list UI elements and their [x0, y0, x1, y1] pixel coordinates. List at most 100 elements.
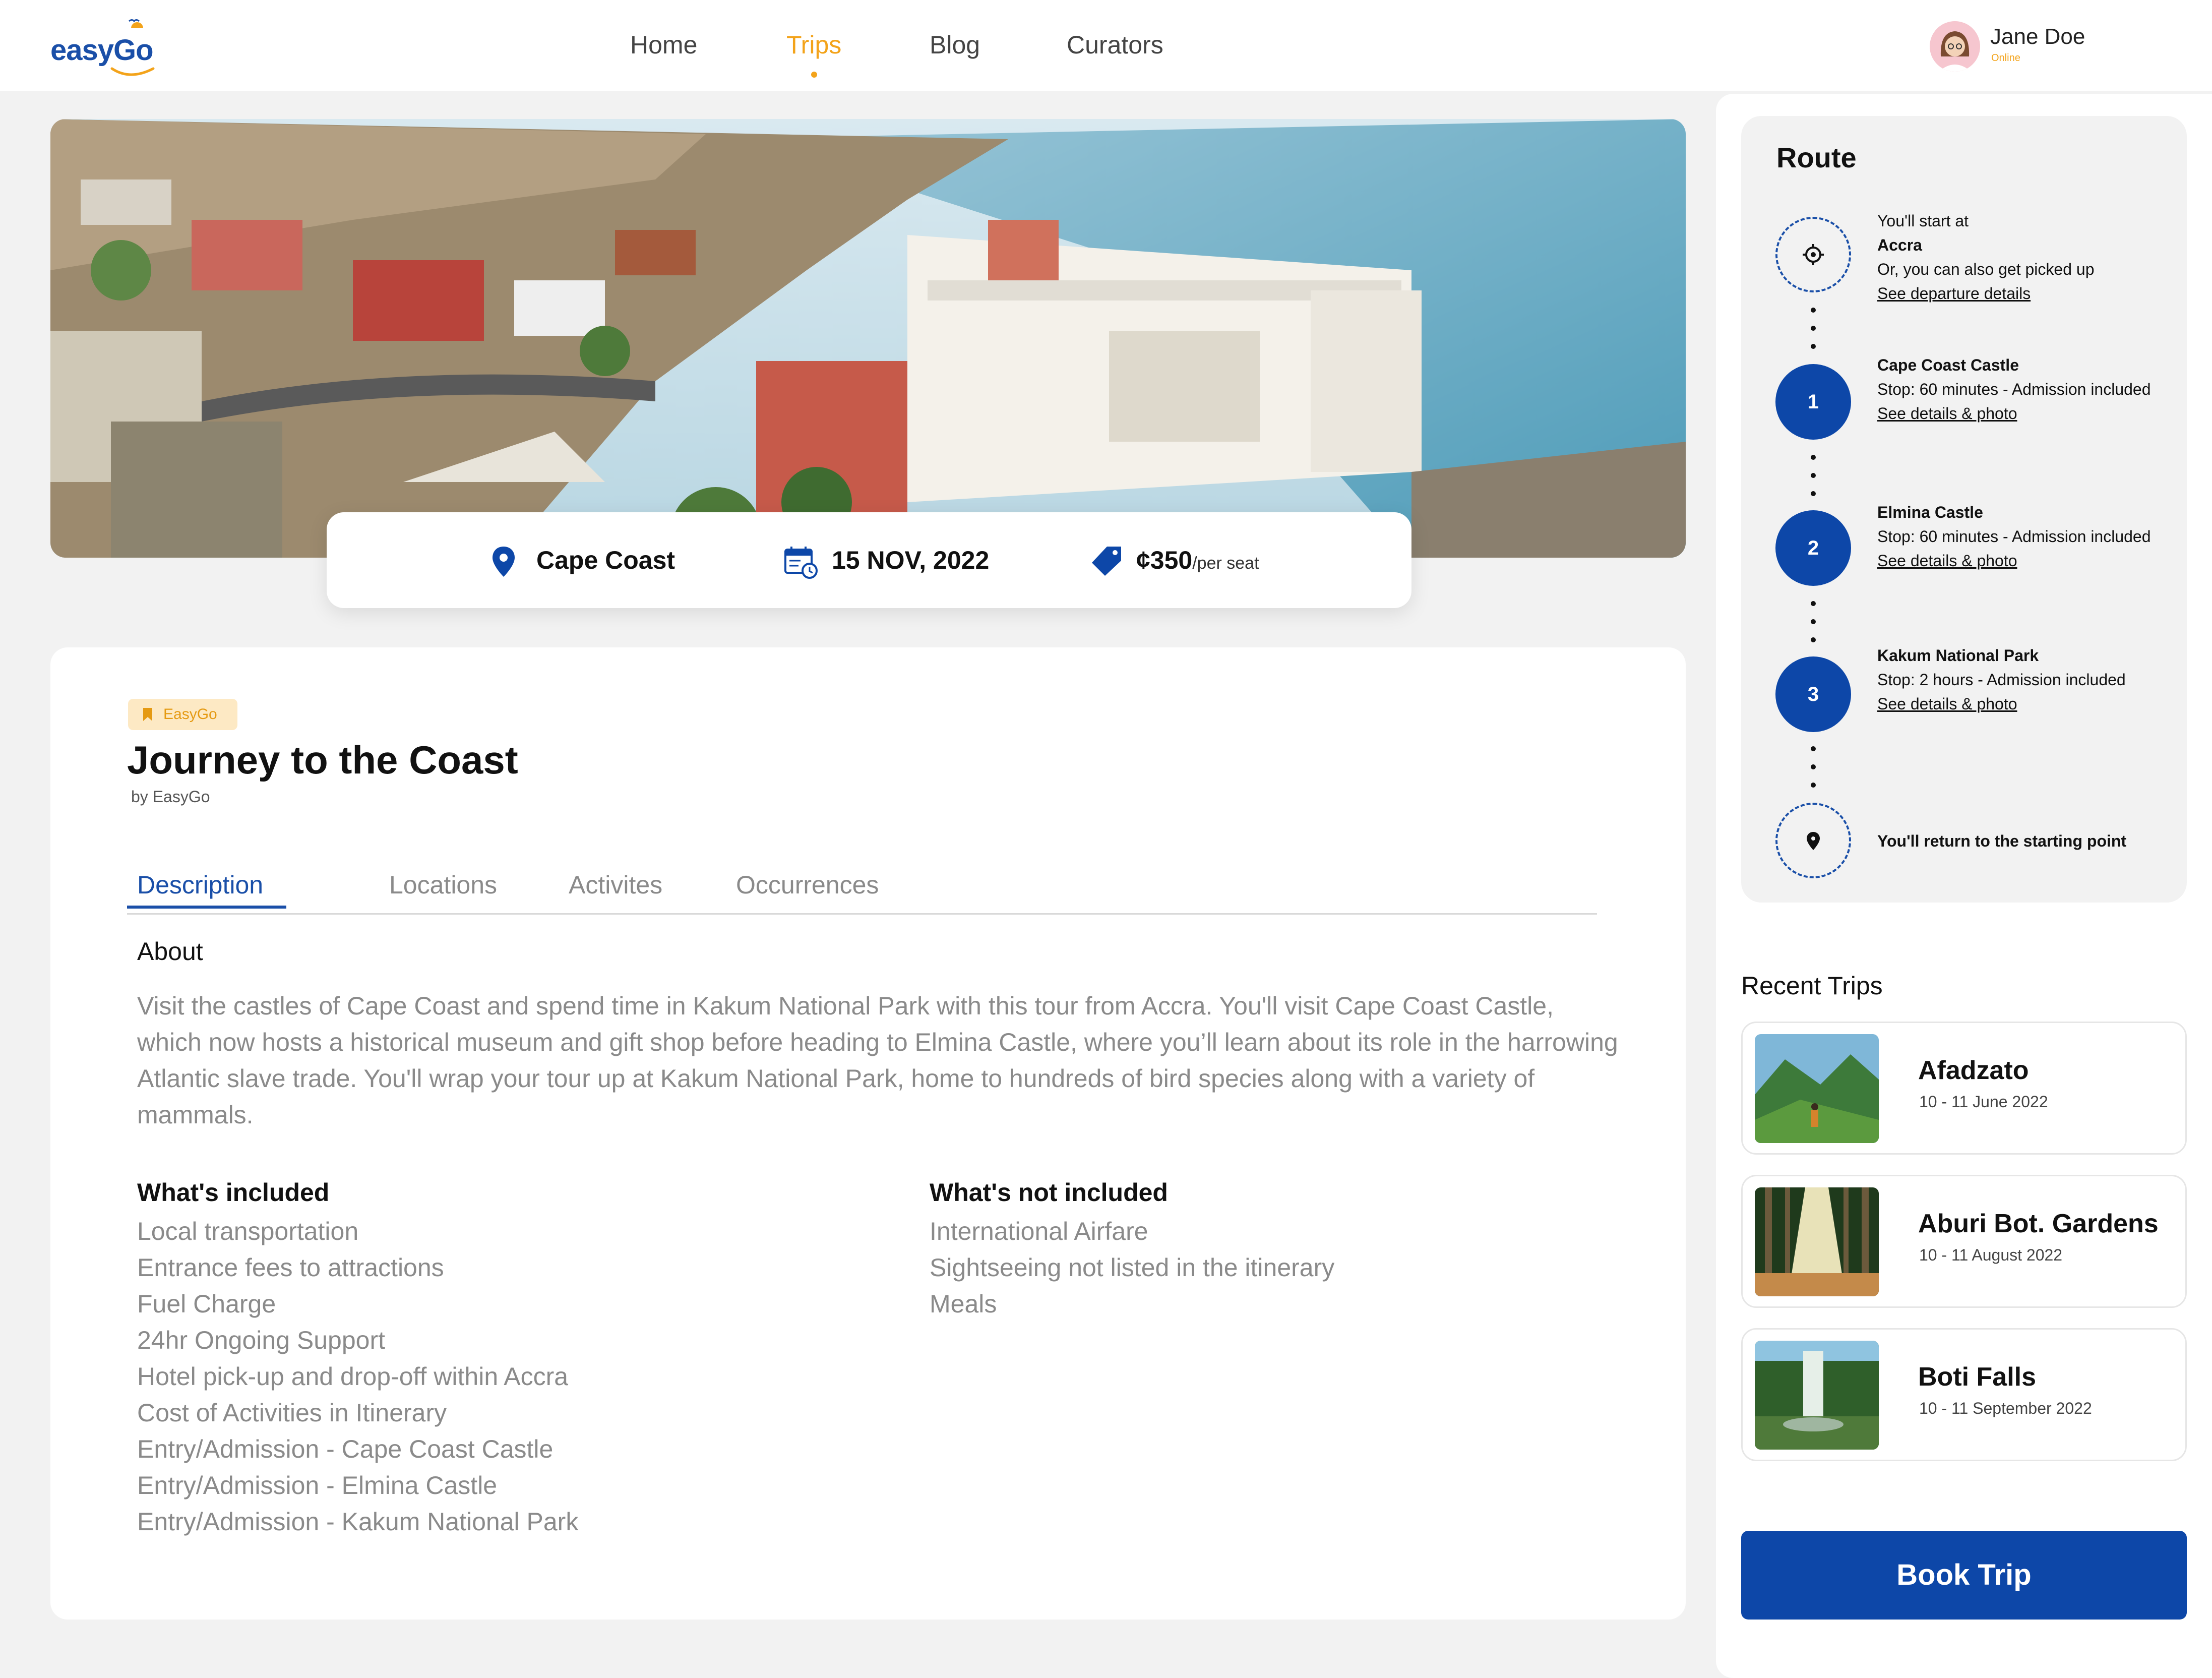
not-included-list: International Airfare Sightseeing not li…	[930, 1213, 1334, 1322]
bookmark-icon	[143, 708, 152, 721]
trip-details-card: EasyGo Journey to the Coast by EasyGo De…	[50, 647, 1686, 1620]
trip-title: Journey to the Coast	[127, 738, 518, 782]
recent-trip-dates: 10 - 11 June 2022	[1919, 1093, 2048, 1111]
route-end-text: You'll return to the starting point	[1877, 832, 2127, 850]
route-connector-dot	[1811, 344, 1816, 349]
right-sidebar: Route You'll start at Accra Or, you can …	[1716, 94, 2212, 1678]
list-item: International Airfare	[930, 1217, 1148, 1245]
start-line1: You'll start at	[1877, 212, 1969, 230]
recent-trips-title: Recent Trips	[1741, 972, 1883, 1000]
recent-trip-card[interactable]: Boti Falls 10 - 11 September 2022	[1741, 1328, 2187, 1461]
tab-description[interactable]: Description	[137, 870, 263, 900]
route-stop-1-text: Cape Coast Castle Stop: 60 minutes - Adm…	[1877, 353, 2180, 426]
price-amount: ¢350	[1136, 546, 1193, 574]
list-item: Sightseeing not listed in the itinerary	[930, 1253, 1335, 1282]
stop-info: Stop: 2 hours - Admission included	[1877, 671, 2126, 689]
stop-details-link[interactable]: See details & photo	[1877, 692, 2180, 716]
mountain-photo-icon	[1755, 1034, 1879, 1143]
nav-curators[interactable]: Curators	[1067, 30, 1163, 59]
route-connector-dot	[1811, 308, 1816, 313]
calendar-clock-icon	[784, 547, 818, 579]
nav-trips-label: Trips	[786, 31, 842, 59]
stop-name: Elmina Castle	[1877, 503, 1983, 521]
curator-tag-label: EasyGo	[163, 706, 217, 723]
nav-home[interactable]: Home	[630, 30, 697, 59]
nav-trips[interactable]: Trips	[786, 30, 842, 78]
date-text: 15 NOV, 2022	[832, 546, 990, 574]
included-list: Local transportation Entrance fees to at…	[137, 1213, 578, 1540]
route-start-node	[1775, 217, 1851, 292]
list-item: Entry/Admission - Kakum National Park	[137, 1508, 579, 1536]
route-connector-dot	[1811, 764, 1816, 769]
active-tab-underline	[127, 906, 286, 909]
list-item: Entry/Admission - Cape Coast Castle	[137, 1435, 554, 1463]
route-stop-2-text: Elmina Castle Stop: 60 minutes - Admissi…	[1877, 500, 2180, 573]
crosshair-icon	[1803, 244, 1824, 265]
waterfall-photo-icon	[1755, 1341, 1879, 1450]
route-connector-dot	[1811, 746, 1816, 751]
price-tag-icon	[1092, 547, 1121, 576]
logo-sun-bird-icon	[129, 19, 143, 28]
recent-trip-card[interactable]: Afadzato 10 - 11 June 2022	[1741, 1022, 2187, 1155]
nav-active-indicator	[811, 72, 817, 78]
hero-illustration	[50, 119, 1686, 558]
route-stop-1-node: 1	[1775, 364, 1851, 440]
map-pin-icon	[1807, 832, 1820, 850]
stop-details-link[interactable]: See details & photo	[1877, 549, 2180, 573]
tab-activities[interactable]: Activites	[569, 870, 662, 900]
avatar-portrait-icon	[1930, 21, 1980, 72]
recent-trip-thumbnail	[1755, 1034, 1879, 1143]
list-item: Cost of Activities in Itinerary	[137, 1399, 447, 1427]
stop-info: Stop: 60 minutes - Admission included	[1877, 380, 2151, 398]
list-item: Meals	[930, 1290, 997, 1318]
easygo-logo[interactable]: easyGo	[50, 14, 155, 80]
avatar[interactable]	[1930, 21, 1980, 72]
tab-description-label: Description	[137, 871, 264, 899]
logo-swoosh-icon	[110, 67, 155, 76]
recent-trip-name: Boti Falls	[1918, 1362, 2037, 1392]
hero-image-cape-coast	[50, 119, 1686, 558]
route-panel: Route You'll start at Accra Or, you can …	[1741, 116, 2187, 903]
route-stop-2-node: 2	[1775, 510, 1851, 586]
route-stop-3-text: Kakum National Park Stop: 2 hours - Admi…	[1877, 643, 2180, 716]
book-trip-button[interactable]: Book Trip	[1741, 1531, 2187, 1620]
route-connector-dot	[1811, 783, 1816, 788]
list-item: Fuel Charge	[137, 1290, 276, 1318]
trip-tabs: Description Locations Activites Occurren…	[127, 864, 1597, 915]
tab-occurrences[interactable]: Occurrences	[736, 870, 879, 900]
list-item: Hotel pick-up and drop-off within Accra	[137, 1362, 569, 1391]
stop-name: Kakum National Park	[1877, 646, 2039, 665]
route-connector-dot	[1811, 619, 1816, 624]
price-unit: /per seat	[1192, 554, 1259, 573]
route-title: Route	[1776, 142, 1857, 173]
not-included-heading: What's not included	[930, 1178, 1168, 1207]
user-name: Jane Doe	[1990, 24, 2085, 49]
stop-info: Stop: 60 minutes - Admission included	[1877, 527, 2151, 546]
garden-avenue-photo-icon	[1755, 1187, 1879, 1296]
user-profile[interactable]: Jane Doe Online	[1930, 21, 2152, 72]
route-connector-dot	[1811, 473, 1816, 478]
top-navigation-bar: easyGo Home Trips Blog Curators Jane Doe…	[0, 0, 2212, 91]
recent-trip-dates: 10 - 11 September 2022	[1919, 1399, 2092, 1417]
about-heading: About	[137, 937, 203, 966]
recent-trip-name: Aburi Bot. Gardens	[1918, 1209, 2159, 1238]
route-connector-dot	[1811, 326, 1816, 331]
start-place: Accra	[1877, 236, 1922, 254]
tab-locations[interactable]: Locations	[389, 870, 497, 900]
curator-tag[interactable]: EasyGo	[128, 699, 237, 730]
user-status: Online	[1991, 52, 2020, 64]
stop-details-link[interactable]: See details & photo	[1877, 401, 2180, 426]
location-text: Cape Coast	[536, 546, 675, 574]
route-start-text: You'll start at Accra Or, you can also g…	[1877, 209, 2180, 306]
departure-details-link[interactable]: See departure details	[1877, 281, 2180, 306]
route-stop-3-node: 3	[1775, 656, 1851, 732]
nav-blog[interactable]: Blog	[930, 30, 980, 59]
stop-name: Cape Coast Castle	[1877, 356, 2019, 374]
route-connector-dot	[1811, 637, 1816, 642]
route-connector-dot	[1811, 601, 1816, 606]
recent-trip-card[interactable]: Aburi Bot. Gardens 10 - 11 August 2022	[1741, 1175, 2187, 1308]
route-end-node	[1775, 803, 1851, 878]
recent-trip-thumbnail	[1755, 1187, 1879, 1296]
start-line2: Or, you can also get picked up	[1877, 260, 2095, 278]
recent-trip-dates: 10 - 11 August 2022	[1919, 1246, 2063, 1264]
